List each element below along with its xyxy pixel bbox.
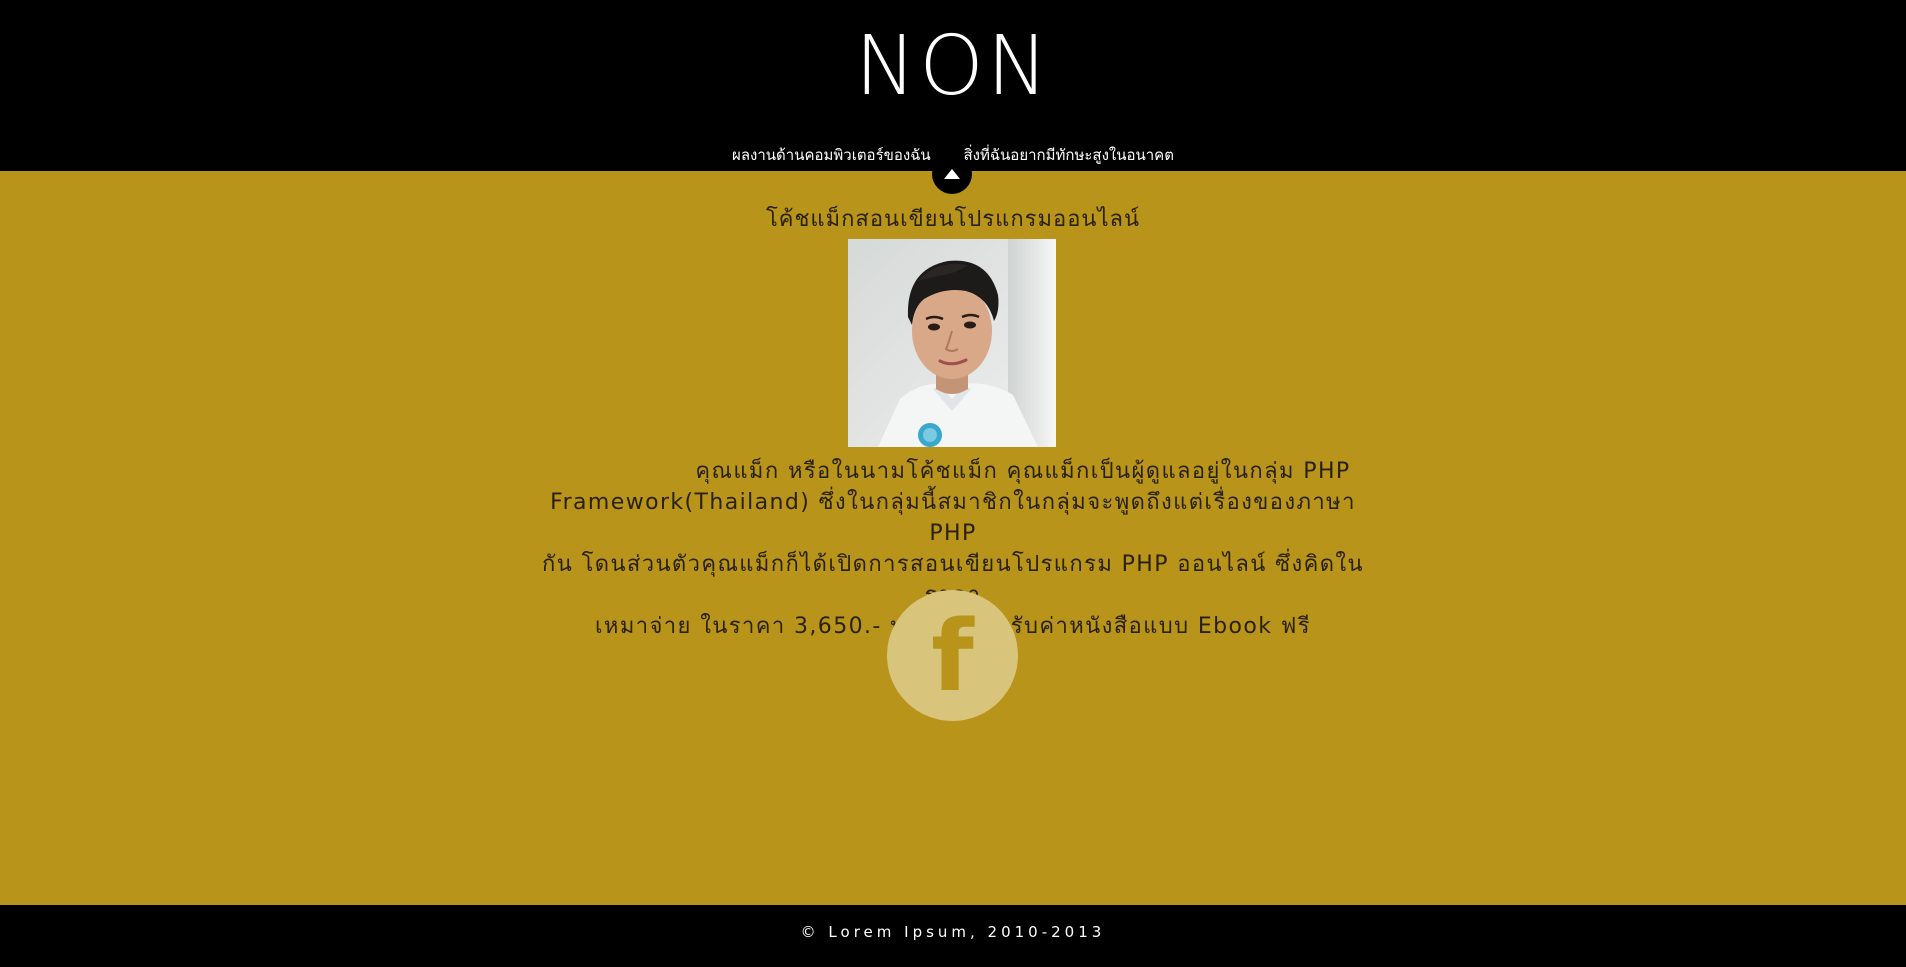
site-logo[interactable]: NON [0,22,1906,112]
facebook-button[interactable]: f [887,590,1018,721]
copyright-text: © Lorem Ipsum, 2010-2013 [800,923,1106,941]
profile-photo [848,239,1056,447]
nav-link-future-skills[interactable]: สิ่งที่ฉันอยากมีทักษะสูงในอนาคต [963,143,1173,167]
profile-title: โค้ชแม็กสอนเขียนโปรแกรมออนไลน์ [765,207,1141,232]
profile-section: โค้ชแม็กสอนเขียนโปรแกรมออนไลน์ คุณแม็ก ห… [0,171,1906,905]
nav-link-computer-works[interactable]: ผลงานด้านคอมพิวเตอร์ของฉัน [732,143,931,167]
site-header: NON ผลงานด้านคอมพิวเตอร์ของฉัน สิ่งที่ฉั… [0,0,1906,171]
facebook-icon: f [931,600,974,714]
scroll-up-icon[interactable] [932,154,972,194]
bio-line: Framework(Thailand) ซึ่งในกลุ่มนี้สมาชิก… [550,490,1356,546]
site-footer: © Lorem Ipsum, 2010-2013 [0,905,1906,967]
bio-line: คุณแม็ก หรือในนามโค้ชแม็ก คุณแม็กเป็นผู้… [695,459,1351,484]
